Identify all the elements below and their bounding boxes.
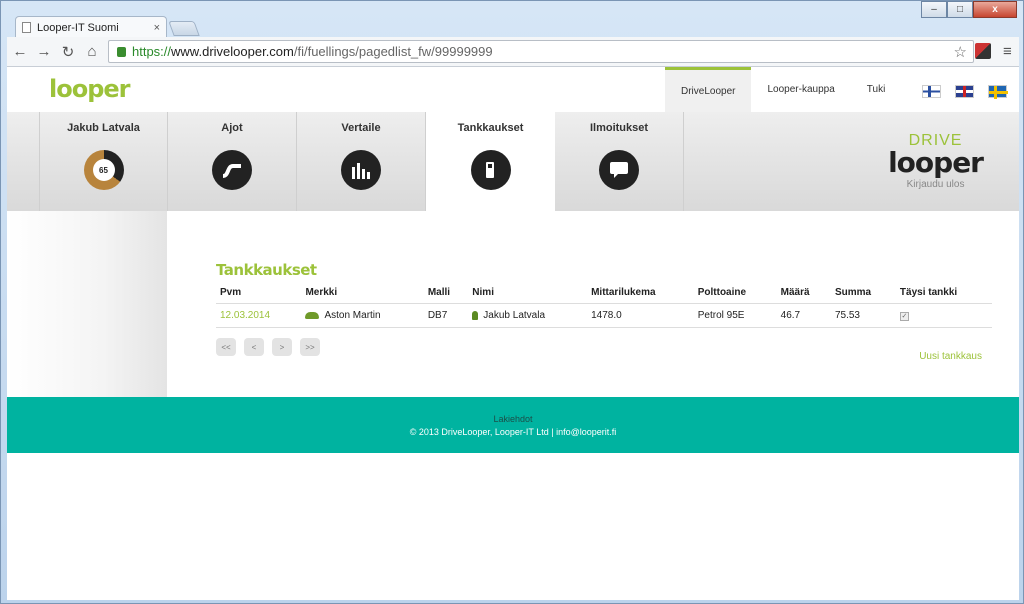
finnish-flag-icon[interactable] bbox=[922, 85, 941, 98]
minimize-button[interactable]: – bbox=[921, 1, 947, 18]
speech-bubble-icon bbox=[599, 150, 639, 190]
cell-full: ✓ bbox=[895, 303, 992, 328]
home-icon[interactable]: ⌂ bbox=[81, 43, 103, 60]
bar-chart-icon bbox=[341, 150, 381, 190]
looper-logo[interactable]: looper bbox=[49, 75, 130, 103]
site-footer: Lakiehdot © 2013 DriveLooper, Looper-IT … bbox=[7, 397, 1019, 453]
fuellings-panel: Tankkaukset Pvm Merkki Malli Nimi Mittar… bbox=[216, 261, 992, 362]
url-host: www.drivelooper.com bbox=[171, 44, 294, 59]
cell-model: DB7 bbox=[423, 303, 469, 328]
tab-title: Looper-IT Suomi bbox=[37, 21, 119, 34]
fuel-pump-icon bbox=[470, 150, 511, 190]
col-taysi-tankki: Täysi tankki bbox=[895, 283, 992, 304]
col-nimi: Nimi bbox=[468, 283, 588, 304]
next-page-button[interactable]: > bbox=[272, 338, 292, 356]
cell-date[interactable]: 12.03.2014 bbox=[216, 303, 302, 328]
make-text: Aston Martin bbox=[324, 310, 381, 321]
new-fuelling-link[interactable]: Uusi tankkaus bbox=[919, 351, 982, 362]
cell-name: Jakub Latvala bbox=[468, 303, 588, 328]
extension-icon[interactable] bbox=[975, 43, 991, 59]
menu-item-vertaile[interactable]: Vertaile bbox=[297, 112, 426, 211]
cell-amount: 46.7 bbox=[776, 303, 831, 328]
back-icon[interactable]: ← bbox=[9, 43, 31, 60]
forward-icon[interactable]: → bbox=[33, 43, 55, 60]
menu-item-label: Ilmoitukset bbox=[589, 122, 649, 134]
topnav-drivelooper[interactable]: DriveLooper bbox=[665, 67, 752, 112]
left-column bbox=[7, 211, 167, 397]
lock-icon bbox=[117, 46, 126, 57]
table-row: 12.03.2014 Aston Martin DB7 Jakub Latval… bbox=[216, 303, 992, 328]
url-path: /fi/fuellings/pagedlist_fw/99999999 bbox=[293, 44, 493, 59]
browser-menu-icon[interactable]: ≡ bbox=[1003, 43, 1012, 60]
menu-item-profile[interactable]: Jakub Latvala 65 bbox=[39, 112, 168, 211]
site-header: looper DriveLooper Looper-kauppa Tuki bbox=[7, 67, 1019, 112]
col-maara: Määrä bbox=[776, 283, 831, 304]
language-flags bbox=[922, 85, 1008, 99]
brand-looper: looper bbox=[888, 146, 984, 179]
page-title: Tankkaukset bbox=[216, 261, 317, 279]
menu-item-ilmoitukset[interactable]: Ilmoitukset bbox=[555, 112, 684, 211]
prev-page-button[interactable]: < bbox=[244, 338, 264, 356]
person-icon bbox=[472, 310, 479, 320]
main-menu: Jakub Latvala 65 Ajot Vertaile Tankkauks… bbox=[7, 112, 1019, 213]
content-area: Tankkaukset Pvm Merkki Malli Nimi Mittar… bbox=[7, 211, 1019, 397]
car-icon bbox=[305, 311, 320, 319]
road-icon bbox=[212, 150, 252, 190]
window-controls: – □ x bbox=[921, 1, 1017, 18]
terms-link[interactable]: Lakiehdot bbox=[7, 413, 1019, 426]
col-pvm: Pvm bbox=[216, 283, 302, 304]
menu-item-ajot[interactable]: Ajot bbox=[168, 112, 297, 211]
fuellings-table: Pvm Merkki Malli Nimi Mittarilukema Polt… bbox=[216, 283, 992, 328]
gauge-value: 65 bbox=[92, 159, 115, 181]
table-header-row: Pvm Merkki Malli Nimi Mittarilukema Polt… bbox=[216, 283, 992, 304]
browser-tab[interactable]: Looper-IT Suomi × bbox=[15, 16, 167, 38]
top-nav: DriveLooper Looper-kauppa Tuki bbox=[665, 67, 901, 112]
name-text: Jakub Latvala bbox=[483, 310, 546, 321]
address-bar[interactable]: https:// www.drivelooper.com /fi/fuellin… bbox=[108, 40, 974, 63]
logout-link[interactable]: Kirjaudu ulos bbox=[888, 179, 983, 190]
copyright-text: © 2013 DriveLooper, Looper-IT Ltd | info… bbox=[409, 427, 617, 437]
col-malli: Malli bbox=[423, 283, 469, 304]
uk-flag-icon[interactable] bbox=[955, 85, 974, 98]
pagination: << < > >> bbox=[216, 338, 992, 356]
menu-item-label: Tankkaukset bbox=[457, 122, 524, 134]
menu-item-tankkaukset[interactable]: Tankkaukset bbox=[426, 112, 555, 213]
donut-gauge-icon: 65 bbox=[83, 150, 124, 190]
page-icon bbox=[22, 22, 31, 33]
cell-odometer: 1478.0 bbox=[587, 303, 694, 328]
new-tab-button[interactable] bbox=[168, 21, 200, 36]
topnav-tuki[interactable]: Tuki bbox=[851, 67, 902, 112]
topnav-looper-kauppa[interactable]: Looper-kauppa bbox=[751, 67, 850, 112]
cell-make: Aston Martin bbox=[301, 303, 424, 328]
bookmark-star-icon[interactable]: ☆ bbox=[954, 43, 967, 61]
close-window-button[interactable]: x bbox=[973, 1, 1017, 18]
web-page: looper DriveLooper Looper-kauppa Tuki Ja… bbox=[7, 67, 1019, 600]
cell-sum: 75.53 bbox=[830, 303, 896, 328]
col-summa: Summa bbox=[830, 283, 896, 304]
reload-icon[interactable]: ↻ bbox=[57, 43, 79, 61]
url-scheme: https:// bbox=[132, 44, 172, 59]
first-page-button[interactable]: << bbox=[216, 338, 236, 356]
cell-fuel: Petrol 95E bbox=[693, 303, 777, 328]
col-mittarilukema: Mittarilukema bbox=[587, 283, 694, 304]
close-tab-icon[interactable]: × bbox=[154, 22, 160, 34]
last-page-button[interactable]: >> bbox=[300, 338, 320, 356]
menu-item-label: Vertaile bbox=[341, 122, 381, 134]
full-tank-checkbox: ✓ bbox=[899, 312, 909, 321]
menu-item-label: Jakub Latvala bbox=[67, 122, 140, 134]
menu-item-label: Ajot bbox=[221, 122, 243, 134]
swedish-flag-icon[interactable] bbox=[988, 85, 1008, 99]
browser-window: – □ x Looper-IT Suomi × ← → ↻ ⌂ https://… bbox=[0, 0, 1024, 604]
maximize-button[interactable]: □ bbox=[947, 1, 973, 18]
browser-toolbar: ← → ↻ ⌂ https:// www.drivelooper.com /fi… bbox=[7, 37, 1019, 67]
col-polttoaine: Polttoaine bbox=[693, 283, 777, 304]
col-merkki: Merkki bbox=[301, 283, 424, 304]
drivelooper-brand: DRIVE looper Kirjaudu ulos bbox=[888, 132, 984, 190]
